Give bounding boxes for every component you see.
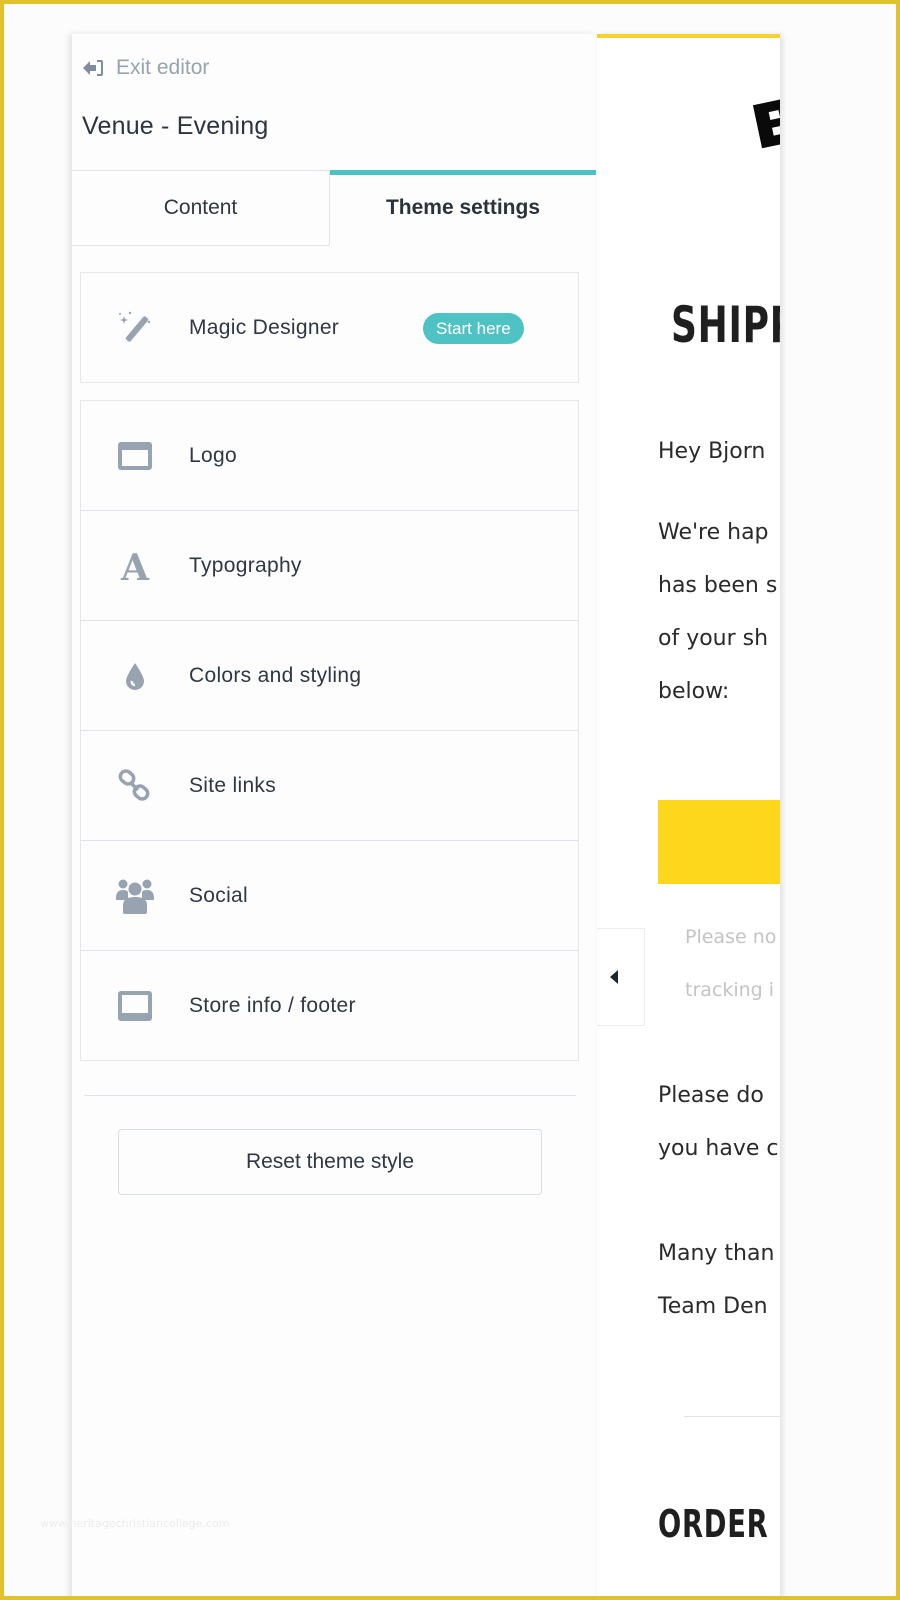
sign-out-icon — [82, 57, 104, 79]
preview-body-line: We're hap — [658, 520, 769, 545]
page-title: Venue - Evening — [82, 112, 269, 140]
magic-designer-card: Magic Designer Start here — [80, 272, 579, 383]
preview-cta-button[interactable] — [658, 800, 780, 884]
reset-theme-style-button[interactable]: Reset theme style — [118, 1129, 542, 1195]
preview-closing-line: Please do — [658, 1083, 764, 1108]
magic-wand-icon — [115, 308, 155, 348]
users-icon — [115, 876, 155, 916]
settings-item-site-links[interactable]: Site links — [81, 731, 578, 841]
preview-top-bar — [597, 34, 780, 38]
preview-order-heading: ORDER N — [658, 1502, 780, 1546]
magic-designer-item[interactable]: Magic Designer Start here — [81, 273, 578, 382]
preview-greeting: Hey Bjorn — [658, 439, 766, 464]
settings-item-typography[interactable]: A Typography — [81, 511, 578, 621]
email-preview: SHIPP Hey Bjorn We're hap has been s of … — [597, 34, 780, 1600]
settings-item-label: Site links — [189, 773, 277, 797]
preview-closing-line: you have c — [658, 1136, 779, 1161]
start-here-badge[interactable]: Start here — [423, 313, 524, 344]
settings-item-store-info[interactable]: Store info / footer — [81, 951, 578, 1061]
settings-item-label: Store info / footer — [189, 994, 356, 1017]
link-icon — [115, 766, 155, 806]
font-icon: A — [115, 546, 155, 586]
settings-item-colors[interactable]: Colors and styling — [81, 621, 578, 731]
monitor-icon — [115, 986, 155, 1026]
settings-item-label: Colors and styling — [189, 663, 362, 687]
preview-body-line: below: — [658, 679, 730, 704]
editor-sidebar: Exit editor Venue - Evening Content Them… — [72, 34, 596, 1600]
preview-signoff-line: Many than — [658, 1241, 775, 1266]
settings-item-label: Typography — [189, 553, 302, 577]
exit-editor-label: Exit editor — [116, 56, 210, 79]
section-divider — [84, 1095, 576, 1096]
watermark: www.heritagechristiancollege.com — [40, 1517, 230, 1530]
brand-logo — [752, 95, 780, 149]
preview-signoff-line: Team Den — [658, 1294, 768, 1319]
window-icon — [115, 436, 155, 476]
preview-note-line: Please no — [685, 926, 777, 948]
preview-divider — [684, 1416, 780, 1417]
tab-theme-settings[interactable]: Theme settings — [330, 170, 596, 246]
tab-content[interactable]: Content — [72, 170, 330, 246]
collapse-sidebar-toggle[interactable] — [597, 928, 645, 1026]
settings-item-label: Logo — [189, 443, 237, 467]
exit-editor-link[interactable]: Exit editor — [82, 56, 209, 80]
preview-body-line: of your sh — [658, 626, 769, 651]
preview-note-line: tracking i — [685, 979, 775, 1001]
magic-designer-label: Magic Designer — [189, 315, 340, 339]
settings-item-social[interactable]: Social — [81, 841, 578, 951]
theme-settings-list: Logo A Typography Colors and styling Sit… — [80, 400, 579, 1061]
settings-item-label: Social — [189, 883, 248, 907]
editor-tabs: Content Theme settings — [72, 170, 596, 246]
preview-heading: SHIPP — [671, 296, 780, 354]
svg-text:A: A — [120, 548, 150, 584]
droplet-icon — [115, 656, 155, 696]
settings-item-logo[interactable]: Logo — [81, 401, 578, 511]
preview-body-line: has been s — [658, 573, 778, 598]
caret-left-icon — [609, 970, 618, 984]
